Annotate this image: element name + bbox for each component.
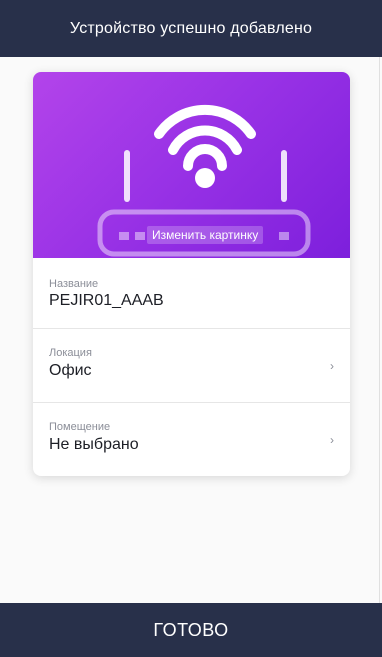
device-image[interactable]: Изменить картинку xyxy=(33,72,350,258)
field-name-label: Название xyxy=(49,278,99,290)
done-button-label: ГОТОВО xyxy=(153,619,229,640)
field-location-label: Локация xyxy=(49,347,92,359)
done-button[interactable]: ГОТОВО xyxy=(0,603,382,657)
field-name[interactable]: Название PEJIR01_AAAB xyxy=(33,258,350,328)
top-bar: Устройство успешно добавлено xyxy=(0,0,382,57)
field-location-value: Офис xyxy=(49,362,92,379)
chevron-right-icon: › xyxy=(330,433,334,447)
field-room-value: Не выбрано xyxy=(49,436,139,453)
field-name-value: PEJIR01_AAAB xyxy=(49,292,164,309)
field-location[interactable]: Локация Офис › xyxy=(33,328,350,402)
page-title: Устройство успешно добавлено xyxy=(69,19,313,37)
field-room[interactable]: Помещение Не выбрано › xyxy=(33,402,350,476)
change-picture-button[interactable]: Изменить картинку xyxy=(147,226,264,244)
field-room-label: Помещение xyxy=(49,421,111,433)
device-card: Изменить картинку Название PEJIR01_AAAB … xyxy=(33,72,350,476)
chevron-right-icon: › xyxy=(330,359,334,373)
divider xyxy=(379,57,380,603)
